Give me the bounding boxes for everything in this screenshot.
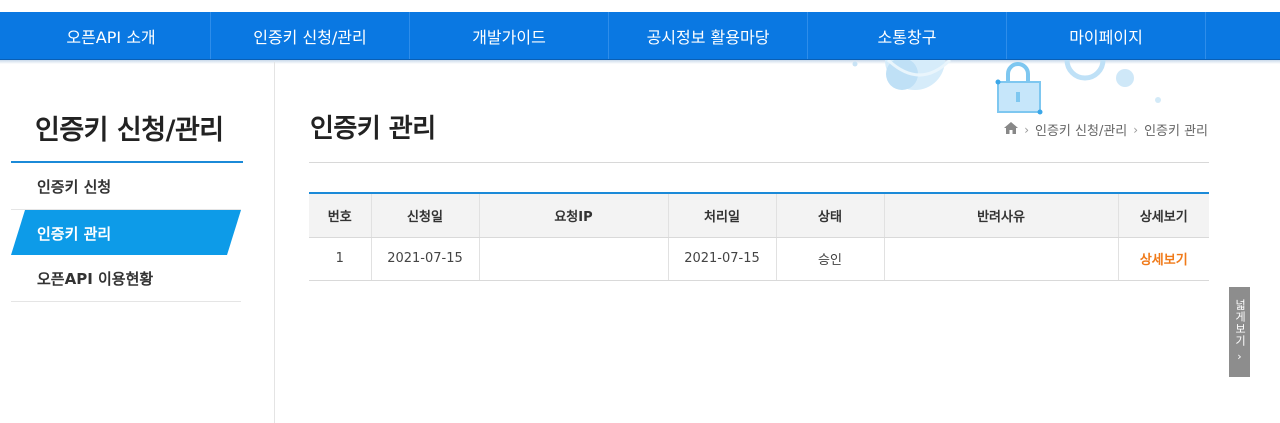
sidebar-title-divider <box>11 161 243 163</box>
nav-item-key-management[interactable]: 인증키 신청/관리 <box>211 12 410 59</box>
nav-item-disclosure[interactable]: 공시정보 활용마당 <box>609 12 808 59</box>
chevron-right-icon: › <box>1024 122 1030 137</box>
sidebar-item-api-usage[interactable]: 오픈API 이용현황 <box>11 256 241 302</box>
header-illustration <box>840 60 1180 120</box>
chevron-right-icon: › <box>1133 122 1139 137</box>
top-navigation: 오픈API 소개 인증키 신청/관리 개발가이드 공시정보 활용마당 소통창구 … <box>0 12 1280 60</box>
wide-view-button[interactable]: 넓게보기 › <box>1229 287 1250 377</box>
cell-apply-date: 2021-07-15 <box>371 237 480 281</box>
breadcrumb-item[interactable]: 인증키 신청/관리 <box>1035 120 1127 139</box>
column-header-reject-reason: 반려사유 <box>884 193 1119 238</box>
cell-request-ip <box>479 237 669 281</box>
table-row: 1 2021-07-15 2021-07-15 승인 상세보기 <box>309 237 1209 281</box>
page-title: 인증키 관리 <box>310 114 436 144</box>
chevron-right-icon: › <box>1237 350 1242 363</box>
cell-detail: 상세보기 <box>1118 237 1209 281</box>
cell-process-date: 2021-07-15 <box>668 237 777 281</box>
cell-no: 1 <box>309 237 372 281</box>
main-menu: 오픈API 소개 인증키 신청/관리 개발가이드 공시정보 활용마당 소통창구 … <box>0 12 1280 59</box>
home-icon[interactable] <box>1004 121 1019 138</box>
cell-reject-reason <box>884 237 1119 281</box>
column-header-request-ip: 요청IP <box>479 193 669 238</box>
nav-item-dev-guide[interactable]: 개발가이드 <box>410 12 609 59</box>
title-divider <box>309 162 1209 163</box>
column-header-process-date: 처리일 <box>668 193 777 238</box>
sidebar-item-key-manage[interactable]: 인증키 관리 <box>11 210 241 256</box>
wide-view-label: 넓게보기 <box>1233 299 1247 347</box>
breadcrumb-item-current: 인증키 관리 <box>1144 124 1208 139</box>
column-header-no: 번호 <box>309 193 372 238</box>
sidebar-item-label: 오픈API 이용현황 <box>37 270 154 288</box>
nav-item-communication[interactable]: 소통창구 <box>808 12 1007 59</box>
sidebar-item-label: 인증키 신청 <box>37 178 112 196</box>
breadcrumb: › 인증키 신청/관리 › 인증키 관리 <box>1004 120 1208 139</box>
nav-item-openapi-intro[interactable]: 오픈API 소개 <box>12 12 211 59</box>
detail-view-link[interactable]: 상세보기 <box>1140 253 1188 268</box>
sidebar-divider <box>274 62 275 423</box>
sidebar-menu: 인증키 신청 인증키 관리 오픈API 이용현황 <box>11 164 241 302</box>
sidebar-item-key-apply[interactable]: 인증키 신청 <box>11 164 241 210</box>
cell-status: 승인 <box>776 237 885 281</box>
column-header-status: 상태 <box>776 193 885 238</box>
column-header-apply-date: 신청일 <box>371 193 480 238</box>
sidebar-title: 인증키 신청/관리 <box>35 115 224 146</box>
column-header-detail: 상세보기 <box>1118 193 1209 238</box>
sidebar-item-label: 인증키 관리 <box>37 224 112 243</box>
lock-illustration-icon <box>852 60 1161 115</box>
nav-item-mypage[interactable]: 마이페이지 <box>1007 12 1206 59</box>
key-list-table: 번호 신청일 요청IP 처리일 상태 반려사유 상세보기 1 2021-07-1… <box>309 192 1209 281</box>
table-header-row: 번호 신청일 요청IP 처리일 상태 반려사유 상세보기 <box>309 193 1209 238</box>
